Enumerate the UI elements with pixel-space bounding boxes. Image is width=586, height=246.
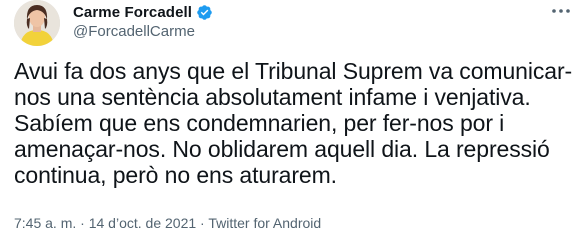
tweet-date[interactable]: 14 d’oct. de 2021 [89,215,196,231]
avatar[interactable] [14,0,60,46]
name-row: Carme Forcadell [73,2,213,22]
tweet: Carme Forcadell @ForcadellCarme Avui fa … [0,0,586,246]
verified-badge-icon [196,4,213,21]
avatar-image [14,0,60,46]
tweet-time[interactable]: 7:45 a. m. [14,215,76,231]
author-handle[interactable]: @ForcadellCarme [73,23,213,40]
tweet-meta: 7:45 a. m. · 14 d’oct. de 2021 · Twitter… [14,215,321,231]
author-name[interactable]: Carme Forcadell [73,4,192,21]
meta-separator: · [76,215,89,231]
meta-separator: · [196,215,209,231]
more-options-icon[interactable] [550,4,572,18]
tweet-source[interactable]: Twitter for Android [208,215,321,231]
tweet-text: Avui fa dos anys que el Tribunal Suprem … [14,58,573,188]
author-block: Carme Forcadell @ForcadellCarme [73,2,213,40]
